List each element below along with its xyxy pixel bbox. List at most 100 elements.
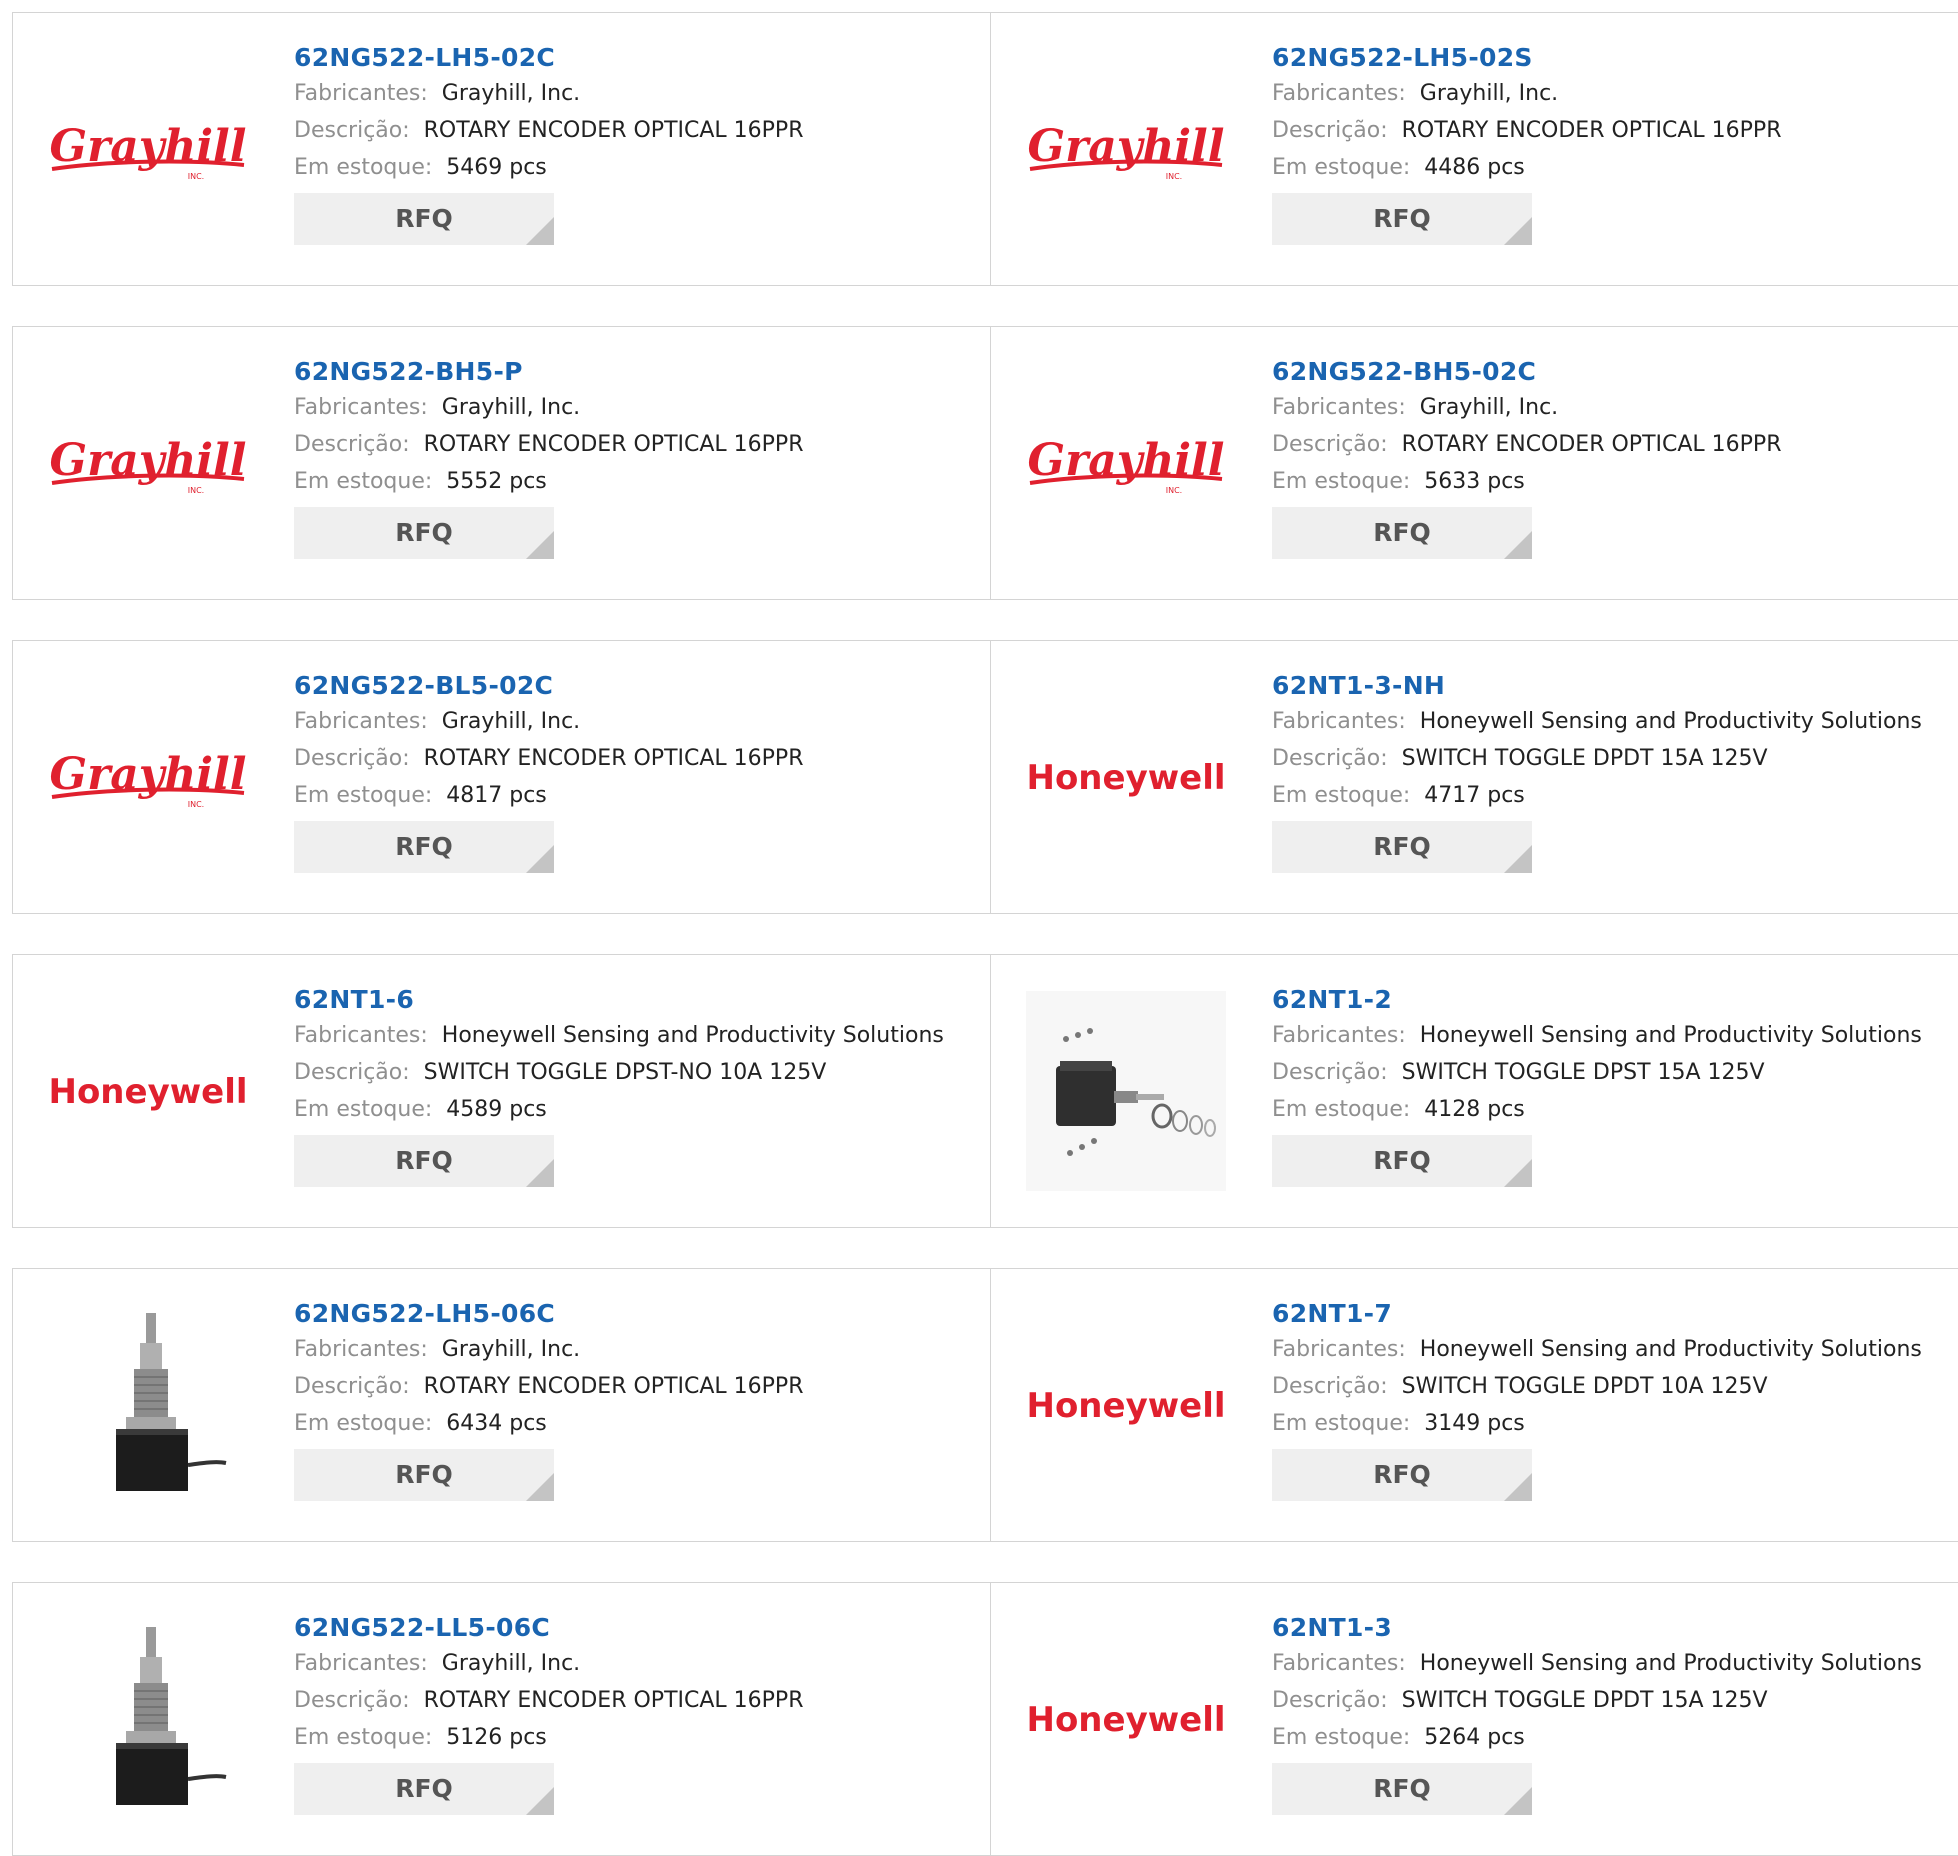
stock-value: 5126 pcs	[446, 1725, 547, 1750]
description-value: SWITCH TOGGLE DPDT 10A 125V	[1401, 1374, 1768, 1399]
rfq-button[interactable]: RFQ	[1272, 1763, 1532, 1815]
honeywell-logo[interactable]: Honeywell	[1021, 1619, 1231, 1819]
product-card: 62NT1-2 Fabricantes: Honeywell Sensing and…	[991, 955, 1958, 1227]
part-number-link[interactable]: 62NG522-BL5-02C	[294, 669, 980, 703]
toggle-switch-photo[interactable]	[1021, 991, 1231, 1191]
svg-text:INC.: INC.	[1166, 486, 1182, 495]
rfq-button[interactable]: RFQ	[1272, 507, 1532, 559]
stock-label: Em estoque:	[1272, 1097, 1411, 1122]
honeywell-logo[interactable]: Honeywell	[1021, 677, 1231, 877]
corner-triangle-icon	[526, 1473, 554, 1501]
manufacturer-label: Fabricantes:	[1272, 709, 1406, 734]
description-line: Descrição: ROTARY ENCODER OPTICAL 16PPR	[294, 426, 980, 463]
manufacturer-value: Grayhill, Inc.	[441, 709, 581, 734]
stock-line: Em estoque: 4817 pcs	[294, 777, 980, 814]
rfq-button[interactable]: RFQ	[1272, 821, 1532, 873]
product-info: 62NG522-BL5-02C Fabricantes: Grayhill, Inc…	[294, 669, 980, 873]
part-number-link[interactable]: 62NG522-LH5-02C	[294, 41, 980, 75]
description-value: ROTARY ENCODER OPTICAL 16PPR	[423, 1688, 804, 1713]
manufacturer-label: Fabricantes:	[1272, 1023, 1406, 1048]
manufacturer-value: Honeywell Sensing and Productivity Solut…	[1419, 1651, 1922, 1676]
rfq-button[interactable]: RFQ	[294, 821, 554, 873]
rfq-button[interactable]: RFQ	[1272, 1449, 1532, 1501]
rfq-button[interactable]: RFQ	[294, 193, 554, 245]
description-line: Descrição: ROTARY ENCODER OPTICAL 16PPR	[294, 740, 980, 777]
manufacturer-label: Fabricantes:	[1272, 1651, 1406, 1676]
stock-label: Em estoque:	[1272, 469, 1411, 494]
part-number-link[interactable]: 62NG522-BH5-02C	[1272, 355, 1949, 389]
part-number-link[interactable]: 62NT1-3	[1272, 1611, 1949, 1645]
product-card: Grayhill INC. 62NG522-BH5-P Fabricantes: G…	[13, 327, 991, 599]
rfq-button[interactable]: RFQ	[294, 1449, 554, 1501]
stock-line: Em estoque: 3149 pcs	[1272, 1405, 1949, 1442]
corner-triangle-icon	[526, 1159, 554, 1187]
encoder-photo[interactable]	[43, 1305, 253, 1505]
description-value: ROTARY ENCODER OPTICAL 16PPR	[1401, 118, 1782, 143]
grayhill-logo[interactable]: Grayhill INC.	[1021, 49, 1231, 249]
manufacturer-value: Grayhill, Inc.	[441, 81, 581, 106]
grayhill-logo[interactable]: Grayhill INC.	[1021, 363, 1231, 563]
part-number-link[interactable]: 62NG522-BH5-P	[294, 355, 980, 389]
stock-line: Em estoque: 4589 pcs	[294, 1091, 980, 1128]
description-label: Descrição:	[294, 1374, 410, 1399]
part-number-link[interactable]: 62NG522-LH5-02S	[1272, 41, 1949, 75]
stock-value: 4589 pcs	[446, 1097, 547, 1122]
product-info: 62NG522-LH5-02S Fabricantes: Grayhill, Inc…	[1272, 41, 1949, 245]
corner-triangle-icon	[1504, 1159, 1532, 1187]
manufacturer-label: Fabricantes:	[294, 395, 428, 420]
rfq-label: RFQ	[1373, 1774, 1431, 1803]
product-info: 62NG522-LH5-06C Fabricantes: Grayhill, Inc…	[294, 1297, 980, 1501]
rfq-button[interactable]: RFQ	[1272, 193, 1532, 245]
manufacturer-label: Fabricantes:	[294, 1651, 428, 1676]
stock-value: 5469 pcs	[446, 155, 547, 180]
stock-label: Em estoque:	[294, 1725, 433, 1750]
rfq-button[interactable]: RFQ	[294, 507, 554, 559]
product-row: Honeywell 62NT1-6 Fabricantes: Honeywell S…	[12, 954, 1958, 1228]
corner-triangle-icon	[1504, 217, 1532, 245]
stock-value: 3149 pcs	[1424, 1411, 1525, 1436]
product-card: Grayhill INC. 62NG522-LH5-02C Fabricantes…	[13, 13, 991, 285]
stock-line: Em estoque: 5552 pcs	[294, 463, 980, 500]
description-label: Descrição:	[1272, 1688, 1388, 1713]
stock-value: 5552 pcs	[446, 469, 547, 494]
description-line: Descrição: SWITCH TOGGLE DPST-NO 10A 125V	[294, 1054, 980, 1091]
part-number-link[interactable]: 62NG522-LL5-06C	[294, 1611, 980, 1645]
part-number-link[interactable]: 62NT1-6	[294, 983, 980, 1017]
rfq-button[interactable]: RFQ	[294, 1135, 554, 1187]
manufacturer-value: Grayhill, Inc.	[441, 1337, 581, 1362]
manufacturer-value: Grayhill, Inc.	[1419, 395, 1559, 420]
rfq-button[interactable]: RFQ	[1272, 1135, 1532, 1187]
manufacturer-value: Grayhill, Inc.	[1419, 81, 1559, 106]
description-value: SWITCH TOGGLE DPDT 15A 125V	[1401, 1688, 1768, 1713]
manufacturer-line: Fabricantes: Honeywell Sensing and Produc…	[294, 1017, 980, 1054]
part-number-link[interactable]: 62NT1-2	[1272, 983, 1949, 1017]
part-number-link[interactable]: 62NG522-LH5-06C	[294, 1297, 980, 1331]
manufacturer-label: Fabricantes:	[294, 1023, 428, 1048]
stock-line: Em estoque: 4717 pcs	[1272, 777, 1949, 814]
manufacturer-value: Honeywell Sensing and Productivity Solut…	[441, 1023, 944, 1048]
grayhill-logo[interactable]: Grayhill INC.	[43, 677, 253, 877]
stock-label: Em estoque:	[294, 469, 433, 494]
grayhill-logo[interactable]: Grayhill INC.	[43, 49, 253, 249]
stock-line: Em estoque: 5633 pcs	[1272, 463, 1949, 500]
manufacturer-value: Honeywell Sensing and Productivity Solut…	[1419, 1023, 1922, 1048]
honeywell-logo[interactable]: Honeywell	[1021, 1305, 1231, 1505]
product-card: 62NG522-LH5-06C Fabricantes: Grayhill, Inc…	[13, 1269, 991, 1541]
part-number-link[interactable]: 62NT1-7	[1272, 1297, 1949, 1331]
description-line: Descrição: SWITCH TOGGLE DPDT 15A 125V	[1272, 740, 1949, 777]
part-number-link[interactable]: 62NT1-3-NH	[1272, 669, 1949, 703]
grayhill-logo[interactable]: Grayhill INC.	[43, 363, 253, 563]
stock-line: Em estoque: 6434 pcs	[294, 1405, 980, 1442]
manufacturer-line: Fabricantes: Honeywell Sensing and Produc…	[1272, 1331, 1949, 1368]
product-card: Grayhill INC. 62NG522-BH5-02C Fabricantes…	[991, 327, 1958, 599]
stock-value: 5633 pcs	[1424, 469, 1525, 494]
product-card: Honeywell 62NT1-3-NH Fabricantes: Honeywel…	[991, 641, 1958, 913]
stock-line: Em estoque: 5469 pcs	[294, 149, 980, 186]
product-row: Grayhill INC. 62NG522-BH5-P Fabricantes: G…	[12, 326, 1958, 600]
product-info: 62NT1-3-NH Fabricantes: Honeywell Sensing …	[1272, 669, 1949, 873]
encoder-photo[interactable]	[43, 1619, 253, 1819]
description-label: Descrição:	[1272, 1374, 1388, 1399]
stock-value: 6434 pcs	[446, 1411, 547, 1436]
rfq-button[interactable]: RFQ	[294, 1763, 554, 1815]
honeywell-logo[interactable]: Honeywell	[43, 991, 253, 1191]
